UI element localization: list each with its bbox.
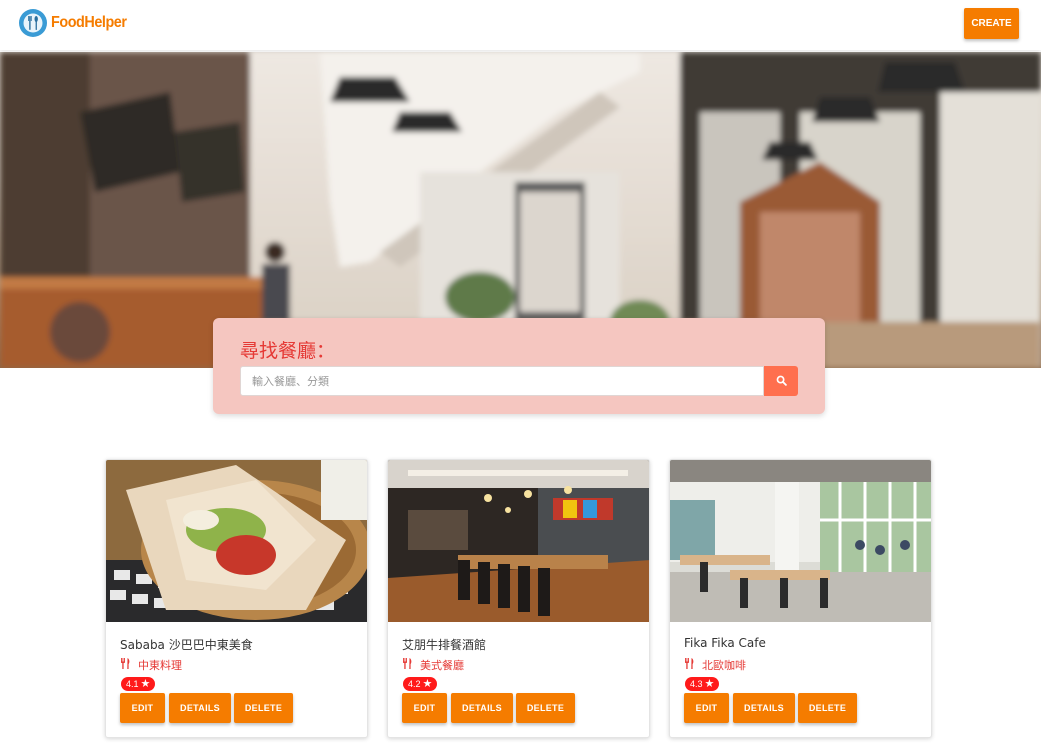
star-icon: ★ — [704, 677, 715, 690]
restaurant-name: 艾朋牛排餐酒館 — [402, 638, 487, 652]
delete-button[interactable]: DELETE — [798, 693, 857, 723]
restaurant-name: Fika Fika Cafe — [684, 636, 766, 650]
details-button[interactable]: DETAILS — [451, 693, 513, 723]
utensils-icon — [402, 656, 413, 674]
details-button[interactable]: DETAILS — [733, 693, 795, 723]
delete-button[interactable]: DELETE — [516, 693, 575, 723]
search-button[interactable] — [764, 366, 798, 396]
category-label: 中東料理 — [138, 659, 182, 672]
create-button[interactable]: CREATE — [964, 8, 1019, 39]
restaurant-card: Sababa 沙巴巴中東美食 中東料理 4.1 ★ EDIT DETAILS D… — [105, 459, 368, 738]
rating-value: 4.1 — [126, 679, 139, 689]
restaurant-image[interactable] — [670, 460, 931, 622]
details-button[interactable]: DETAILS — [169, 693, 231, 723]
rating-badge: 4.3 ★ — [685, 677, 720, 691]
navbar: FoodHelper CREATE — [0, 0, 1041, 50]
rating-badge: 4.2 ★ — [403, 677, 438, 691]
restaurant-card: 艾朋牛排餐酒館 美式餐廳 4.2 ★ EDIT DETAILS DELETE — [387, 459, 650, 738]
restaurant-name: Sababa 沙巴巴中東美食 — [120, 638, 253, 652]
search-panel: 尋找餐廳： — [213, 318, 825, 414]
restaurant-category: 中東料理 — [120, 656, 182, 674]
search-title: 尋找餐廳： — [240, 340, 336, 362]
restaurant-category: 美式餐廳 — [402, 656, 464, 674]
star-icon: ★ — [140, 677, 151, 690]
rating-badge: 4.1 ★ — [121, 677, 156, 691]
delete-button[interactable]: DELETE — [234, 693, 293, 723]
restaurant-card: Fika Fika Cafe 北歐咖啡 4.3 ★ EDIT DETAILS D… — [669, 459, 932, 738]
edit-button[interactable]: EDIT — [402, 693, 447, 723]
brand-link[interactable]: FoodHelper — [19, 9, 135, 37]
brand-name: FoodHelper — [51, 14, 127, 31]
utensils-icon — [120, 656, 131, 674]
edit-button[interactable]: EDIT — [684, 693, 729, 723]
utensils-icon — [684, 656, 695, 674]
rating-value: 4.3 — [690, 679, 703, 689]
category-label: 美式餐廳 — [420, 659, 464, 672]
star-icon: ★ — [422, 677, 433, 690]
fork-knife-icon — [19, 9, 47, 37]
category-label: 北歐咖啡 — [702, 659, 746, 672]
rating-value: 4.2 — [408, 679, 421, 689]
edit-button[interactable]: EDIT — [120, 693, 165, 723]
restaurant-category: 北歐咖啡 — [684, 656, 746, 674]
search-icon — [776, 374, 787, 389]
restaurant-image[interactable] — [388, 460, 649, 622]
search-input[interactable] — [240, 366, 764, 396]
restaurant-image[interactable] — [106, 460, 367, 622]
